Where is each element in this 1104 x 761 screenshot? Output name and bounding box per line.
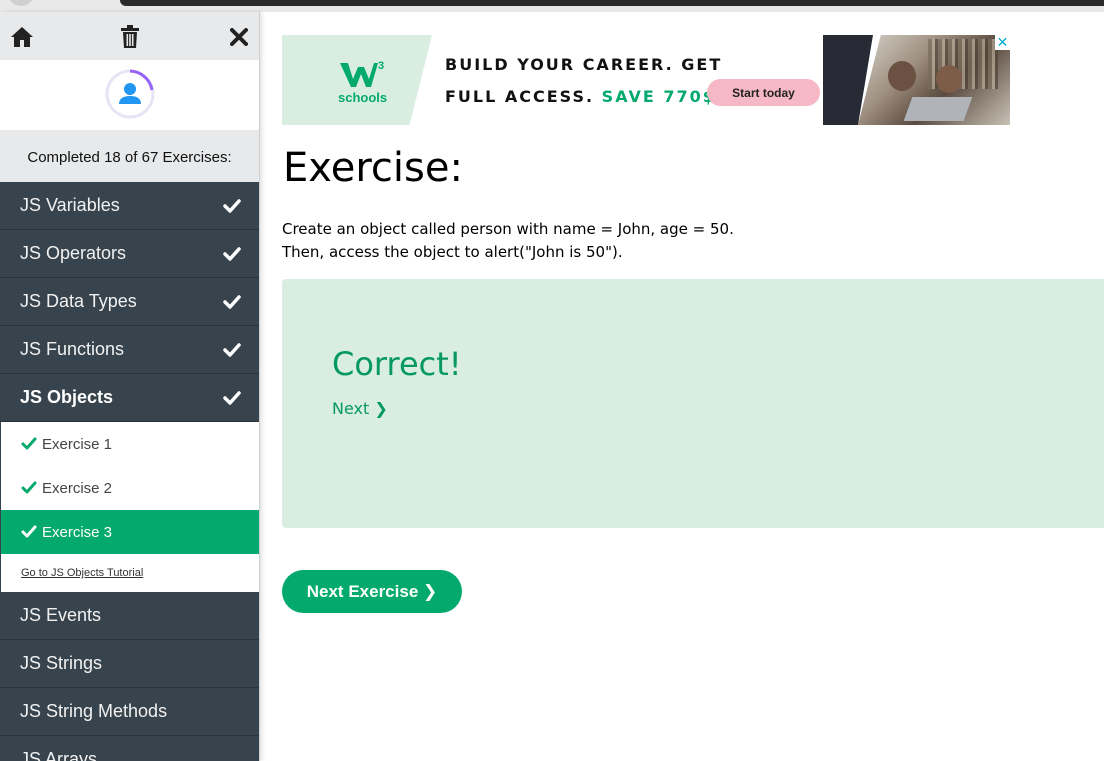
trash-icon — [121, 25, 139, 48]
browser-top-strip — [0, 0, 1104, 12]
sidebar-item-js-objects[interactable]: JS Objects — [0, 374, 259, 422]
instruction-line: Then, access the object to alert("John i… — [282, 243, 623, 261]
page-title: Exercise: — [283, 145, 463, 191]
ad-photo-laptop — [903, 97, 973, 121]
sidebar-item-js-functions[interactable]: JS Functions — [0, 326, 259, 374]
check-icon — [223, 295, 241, 309]
check-icon — [223, 343, 241, 357]
next-exercise-button[interactable]: Next Exercise ❯ — [282, 570, 462, 613]
check-icon — [223, 391, 241, 405]
exercise-instructions: Create an object called person with name… — [282, 218, 734, 264]
sidebar-item-label: JS Functions — [20, 339, 125, 359]
sidebar-item-label: JS Variables — [20, 195, 120, 215]
sidebar-item-js-arrays[interactable]: JS Arrays — [0, 736, 259, 761]
exercise-item-2[interactable]: Exercise 2 — [0, 466, 259, 510]
w3-logo-icon: 3 — [340, 60, 384, 87]
home-button[interactable] — [9, 24, 35, 50]
exercise-item-3[interactable]: Exercise 3 — [0, 510, 259, 554]
exercise-sidebar: Completed 18 of 67 Exercises: JS Variabl… — [0, 12, 260, 761]
browser-tab-edge — [8, 0, 34, 6]
sidebar-item-label: JS Strings — [20, 653, 103, 673]
ad-headline-highlight: SAVE 770$ — [601, 87, 716, 106]
exercise-item-label: Exercise 3 — [42, 523, 113, 541]
ad-banner[interactable]: 3 schools BUILD YOUR CAREER. GET FULL AC… — [282, 35, 1010, 125]
sidebar-item-label: JS Operators — [20, 243, 127, 263]
sidebar-item-js-variables[interactable]: JS Variables — [0, 182, 259, 230]
ad-photo — [858, 35, 1010, 125]
ad-close-icon[interactable]: ✕ — [995, 35, 1010, 50]
check-icon — [223, 199, 241, 213]
sidebar-toolbar — [0, 12, 259, 60]
sidebar-item-label: JS Events — [20, 605, 102, 625]
ad-headline-line1: BUILD YOUR CAREER. GET — [445, 55, 723, 74]
sidebar-item-label: JS Objects — [20, 387, 114, 407]
close-icon — [230, 28, 248, 46]
sidebar-item-js-string-methods[interactable]: JS String Methods — [0, 688, 259, 736]
instruction-line: Create an object called person with name… — [282, 220, 734, 238]
ad-headline-line2: FULL ACCESS. SAVE 770$ — [445, 87, 716, 106]
sidebar-item-label: JS String Methods — [20, 701, 168, 721]
ad-logo-text: schools — [338, 90, 388, 105]
check-icon — [21, 437, 37, 450]
svg-text:3: 3 — [378, 60, 384, 72]
check-icon — [21, 525, 37, 538]
ad-photo-person — [936, 65, 962, 93]
result-panel: Correct! Next ❯ — [282, 279, 1104, 528]
progress-avatar — [105, 69, 155, 119]
exercise-item-1[interactable]: Exercise 1 — [0, 422, 259, 466]
sidebar-item-js-strings[interactable]: JS Strings — [0, 640, 259, 688]
check-icon — [21, 481, 37, 494]
exercise-item-label: Exercise 1 — [42, 435, 113, 453]
ad-start-today-button[interactable]: Start today — [707, 79, 820, 106]
sidebar-item-js-operators[interactable]: JS Operators — [0, 230, 259, 278]
tutorial-link[interactable]: Go to JS Objects Tutorial — [0, 554, 259, 592]
sidebar-item-js-events[interactable]: JS Events — [0, 592, 259, 640]
check-icon — [223, 247, 241, 261]
progress-text: Completed 18 of 67 Exercises: — [0, 130, 259, 182]
ad-headline-prefix: FULL ACCESS. — [445, 87, 595, 106]
next-link[interactable]: Next ❯ — [332, 399, 388, 418]
result-title: Correct! — [332, 345, 462, 383]
trash-button[interactable] — [117, 24, 143, 50]
ad-photo-person — [888, 61, 916, 91]
exercise-item-label: Exercise 2 — [42, 479, 113, 497]
sidebar-item-label: JS Data Types — [20, 291, 137, 311]
sidebar-item-label: JS Arrays — [20, 749, 98, 761]
home-icon — [11, 27, 33, 47]
sidebar-item-js-data-types[interactable]: JS Data Types — [0, 278, 259, 326]
w3schools-logo: 3 schools — [282, 35, 432, 125]
close-sidebar-button[interactable] — [226, 24, 252, 50]
avatar-area — [0, 60, 259, 130]
browser-address-bar-edge — [120, 0, 1104, 6]
